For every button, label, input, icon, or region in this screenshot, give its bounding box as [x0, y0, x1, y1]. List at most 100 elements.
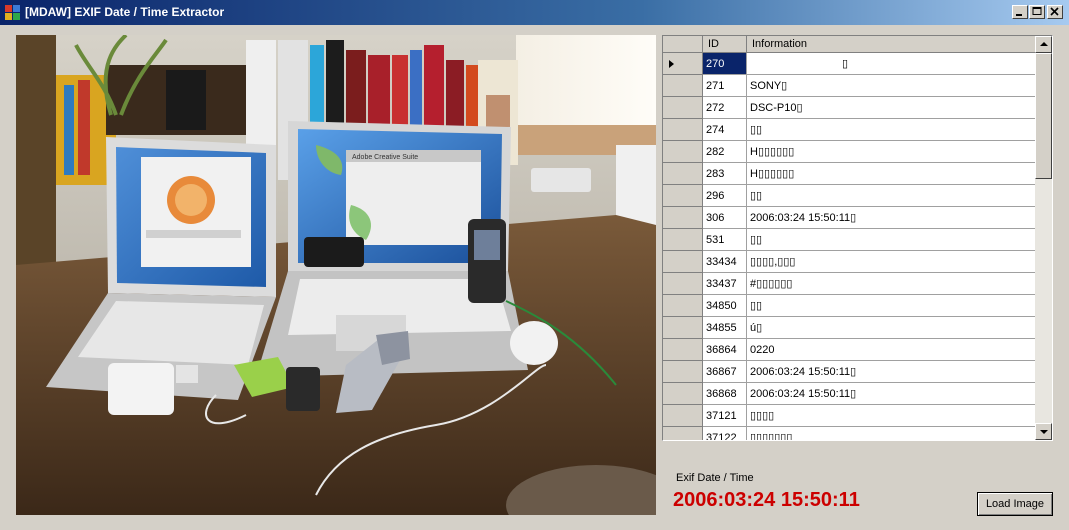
arrow-down-icon — [1040, 430, 1048, 434]
cell-id[interactable]: 282 — [703, 141, 747, 163]
table-row[interactable]: 34850 ▯▯ — [663, 295, 1035, 317]
scroll-down-button[interactable] — [1035, 423, 1052, 440]
table-row[interactable]: 531 ▯▯ — [663, 229, 1035, 251]
cell-information[interactable]: ▯▯ — [747, 229, 1035, 251]
cell-information[interactable]: ▯▯ — [747, 295, 1035, 317]
app-icon — [5, 5, 20, 20]
row-header[interactable] — [663, 405, 703, 427]
cell-information[interactable]: 2006:03:24 15:50:11▯ — [747, 383, 1035, 405]
row-header[interactable] — [663, 119, 703, 141]
cell-id[interactable]: 283 — [703, 163, 747, 185]
cell-information[interactable]: ▯▯ — [747, 119, 1035, 141]
cell-information[interactable]: ú▯ — [747, 317, 1035, 339]
cell-id[interactable]: 271 — [703, 75, 747, 97]
cell-information[interactable]: 2006:03:24 15:50:11▯ — [747, 207, 1035, 229]
maximize-icon — [1032, 7, 1042, 15]
arrow-up-icon — [1040, 42, 1048, 46]
row-header[interactable] — [663, 97, 703, 119]
row-header[interactable] — [663, 207, 703, 229]
grid-header: ID Information — [663, 36, 1035, 53]
table-row[interactable]: 296 ▯▯ — [663, 185, 1035, 207]
row-header[interactable] — [663, 295, 703, 317]
cell-id[interactable]: 296 — [703, 185, 747, 207]
row-header[interactable] — [663, 75, 703, 97]
title-bar[interactable]: [MDAW] EXIF Date / Time Extractor — [0, 0, 1069, 25]
table-row[interactable]: 283 H▯▯▯▯▯▯ — [663, 163, 1035, 185]
row-header[interactable] — [663, 317, 703, 339]
cell-id[interactable]: 274 — [703, 119, 747, 141]
cell-id[interactable]: 33437 — [703, 273, 747, 295]
column-header-id[interactable]: ID — [703, 36, 747, 53]
exif-date-value: 2006:03:24 15:50:11 — [673, 489, 860, 511]
cell-information[interactable]: H▯▯▯▯▯▯ — [747, 163, 1035, 185]
cell-id[interactable]: 36867 — [703, 361, 747, 383]
table-row[interactable]: 37121 ▯▯▯▯ — [663, 405, 1035, 427]
row-header[interactable] — [663, 251, 703, 273]
table-row[interactable]: 34855 ú▯ — [663, 317, 1035, 339]
vertical-scrollbar[interactable] — [1035, 36, 1052, 440]
close-button[interactable] — [1047, 5, 1063, 19]
cell-information[interactable]: 0220 — [747, 339, 1035, 361]
current-row-arrow-icon — [669, 60, 674, 68]
table-row[interactable]: 274 ▯▯ — [663, 119, 1035, 141]
cell-id[interactable]: 36868 — [703, 383, 747, 405]
cell-information[interactable]: ▯▯▯▯ — [747, 405, 1035, 427]
table-row[interactable]: 36867 2006:03:24 15:50:11▯ — [663, 361, 1035, 383]
minimize-icon — [1016, 14, 1022, 16]
cell-id[interactable]: 270 — [703, 53, 747, 75]
exif-date-label: Exif Date / Time — [676, 472, 754, 484]
cell-information[interactable]: H▯▯▯▯▯▯ — [747, 141, 1035, 163]
exif-data-grid[interactable]: ID Information 270 ▯ 271 SONY▯ 272 DSC-P10▯ 27… — [662, 35, 1053, 441]
grid-rows: 270 ▯ 271 SONY▯ 272 DSC-P10▯ 274 ▯▯ 282 H▯▯▯▯▯▯ 28… — [663, 53, 1035, 440]
table-row[interactable]: 33437 #▯▯▯▯▯▯ — [663, 273, 1035, 295]
window-title: [MDAW] EXIF Date / Time Extractor — [25, 5, 225, 19]
table-row[interactable]: 282 H▯▯▯▯▯▯ — [663, 141, 1035, 163]
row-header[interactable] — [663, 339, 703, 361]
cell-information[interactable]: #▯▯▯▯▯▯ — [747, 273, 1035, 295]
row-header[interactable] — [663, 185, 703, 207]
cell-id[interactable]: 37121 — [703, 405, 747, 427]
cell-id[interactable]: 34850 — [703, 295, 747, 317]
row-header[interactable] — [663, 141, 703, 163]
cell-information[interactable]: SONY▯ — [747, 75, 1035, 97]
cell-id[interactable]: 37122 — [703, 427, 747, 440]
image-preview: Adobe Creative Suite — [16, 35, 656, 515]
table-row[interactable]: 271 SONY▯ — [663, 75, 1035, 97]
cell-id[interactable]: 33434 — [703, 251, 747, 273]
row-header[interactable] — [663, 427, 703, 440]
row-header[interactable] — [663, 361, 703, 383]
desk-photo: Adobe Creative Suite — [16, 35, 656, 515]
cell-id[interactable]: 36864 — [703, 339, 747, 361]
row-header-corner — [663, 36, 703, 53]
close-icon — [1050, 7, 1059, 16]
scroll-up-button[interactable] — [1035, 36, 1052, 53]
cell-information[interactable]: 2006:03:24 15:50:11▯ — [747, 361, 1035, 383]
table-row[interactable]: 33434 ▯▯▯▯,▯▯▯ — [663, 251, 1035, 273]
cell-information[interactable]: ▯▯ — [747, 185, 1035, 207]
table-row[interactable]: 270 ▯ — [663, 53, 1035, 75]
cell-information[interactable]: ▯▯▯▯,▯▯▯ — [747, 251, 1035, 273]
minimize-button[interactable] — [1012, 5, 1028, 19]
cell-id[interactable]: 531 — [703, 229, 747, 251]
maximize-button[interactable] — [1029, 5, 1045, 19]
cell-information[interactable]: DSC-P10▯ — [747, 97, 1035, 119]
cell-id[interactable]: 306 — [703, 207, 747, 229]
scroll-thumb[interactable] — [1035, 53, 1052, 179]
cell-id[interactable]: 34855 — [703, 317, 747, 339]
table-row[interactable]: 36864 0220 — [663, 339, 1035, 361]
row-header[interactable] — [663, 273, 703, 295]
cell-id[interactable]: 272 — [703, 97, 747, 119]
table-row[interactable]: 37122 ▯▯▯▯▯▯▯ — [663, 427, 1035, 440]
cell-information[interactable]: ▯ — [747, 53, 1035, 75]
column-header-information[interactable]: Information — [747, 36, 1035, 53]
row-header[interactable] — [663, 53, 703, 75]
table-row[interactable]: 36868 2006:03:24 15:50:11▯ — [663, 383, 1035, 405]
row-header[interactable] — [663, 383, 703, 405]
row-header[interactable] — [663, 229, 703, 251]
table-row[interactable]: 306 2006:03:24 15:50:11▯ — [663, 207, 1035, 229]
app-window: [MDAW] EXIF Date / Time Extractor Adobe … — [0, 0, 1069, 530]
load-image-button[interactable]: Load Image — [977, 492, 1053, 516]
table-row[interactable]: 272 DSC-P10▯ — [663, 97, 1035, 119]
row-header[interactable] — [663, 163, 703, 185]
cell-information[interactable]: ▯▯▯▯▯▯▯ — [747, 427, 1035, 440]
